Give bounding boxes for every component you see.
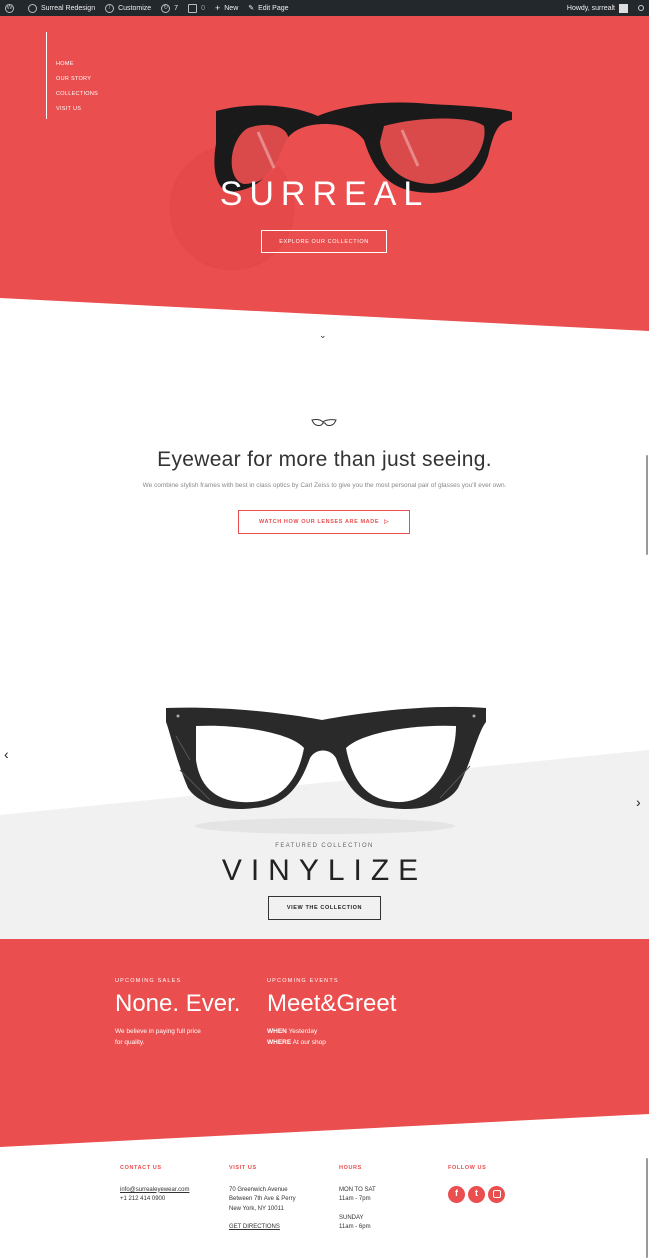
address-line-2: Between 7th Ave & Perry (229, 1196, 296, 1202)
nav-item-our-story[interactable]: OUR STORY (56, 76, 98, 82)
upcoming-sales: UPCOMING SALES None. Ever. We believe in… (115, 978, 240, 1048)
admin-search-icon[interactable] (633, 0, 649, 16)
updates-link[interactable]: ↻ 7 (156, 0, 183, 16)
admin-bar: W Surreal Redesign / Customize ↻ 7 0 + New … (0, 0, 649, 16)
contact-heading: CONTACT US (120, 1165, 162, 1171)
social-links: f t (448, 1185, 505, 1203)
address-line-3: New York, NY 10011 (229, 1205, 284, 1212)
events-heading: Meet&Greet (267, 990, 397, 1017)
updates-icon: ↻ (161, 3, 171, 13)
updates-count: 7 (174, 4, 179, 12)
footer-hours: HOURS MON TO SAT 11am - 7pm SUNDAY 11am … (339, 1164, 376, 1233)
site-name-link[interactable]: Surreal Redesign (23, 0, 100, 16)
upcoming-events: UPCOMING EVENTS Meet&Greet WHEN Yesterda… (267, 978, 396, 1048)
hours-time-1: 11am - 7pm (339, 1196, 371, 1202)
where-label: WHERE (267, 1039, 292, 1046)
site-logo[interactable]: SURREAL (0, 175, 649, 214)
instagram-icon[interactable] (488, 1185, 505, 1203)
hours-days-2: SUNDAY (339, 1214, 364, 1221)
when-value: Yesterday (288, 1028, 318, 1035)
wordpress-logo-icon[interactable]: W (0, 0, 23, 16)
scroll-down-chevron-icon[interactable]: ⌄ (319, 330, 327, 341)
comments-link[interactable]: 0 (183, 0, 210, 16)
hours-heading: HOURS (339, 1165, 362, 1171)
featured-label: FEATURED COLLECTION (275, 843, 374, 849)
customize-link[interactable]: / Customize (100, 0, 156, 16)
howdy-label: Howdy, surrealt (566, 4, 615, 12)
get-directions-link[interactable]: GET DIRECTIONS (229, 1223, 296, 1233)
nav-item-collections[interactable]: COLLECTIONS (56, 91, 98, 97)
nav-item-home[interactable]: HOME (56, 61, 98, 67)
hours-time-2: 11am - 6pm (339, 1224, 371, 1230)
featured-background (0, 706, 649, 940)
scrollbar-thumb[interactable] (646, 455, 648, 555)
footer-contact: CONTACT US info@surrealeyewear.com +1 21… (120, 1164, 189, 1205)
visit-heading: VISIT US (229, 1165, 257, 1171)
featured-title: VINYLIZE (221, 854, 428, 887)
slider-prev-arrow-icon[interactable]: ‹ (4, 746, 9, 762)
nav-item-visit-us[interactable]: VISIT US (56, 106, 98, 112)
events-when: WHEN Yesterday (267, 1026, 396, 1037)
comment-icon (188, 3, 198, 13)
brush-icon: / (105, 3, 115, 13)
twitter-icon[interactable]: t (468, 1185, 485, 1203)
info-band: UPCOMING SALES None. Ever. We believe in… (0, 939, 649, 1149)
page: W Surreal Redesign / Customize ↻ 7 0 + New … (0, 0, 649, 1258)
sales-text-line-1: We believe in paying full price (115, 1028, 201, 1035)
explore-collection-button[interactable]: EXPLORE OUR COLLECTION (261, 230, 387, 253)
footer-follow: FOLLOW US f t (448, 1164, 505, 1203)
sales-label: UPCOMING SALES (115, 978, 182, 984)
events-label: UPCOMING EVENTS (267, 978, 339, 984)
watch-lenses-label: WATCH HOW OUR LENSES ARE MADE (259, 519, 380, 525)
footer-visit: VISIT US 70 Greenwich Avenue Between 7th… (229, 1164, 296, 1233)
contact-phone: +1 212 414 0900 (120, 1196, 166, 1202)
when-label: WHEN (267, 1028, 287, 1035)
pencil-icon: ✎ (248, 5, 255, 12)
intro-text: We combine stylish frames with best in c… (142, 482, 507, 489)
site-name-label: Surreal Redesign (41, 4, 96, 12)
customize-label: Customize (118, 4, 152, 12)
events-where: WHERE At our shop (267, 1037, 396, 1048)
intro-title: Eyewear for more than just seeing. (157, 448, 492, 471)
edit-page-link[interactable]: ✎ Edit Page (243, 0, 293, 16)
new-label: New (224, 4, 239, 12)
main-nav: HOME OUR STORY COLLECTIONS VISIT US (46, 32, 98, 119)
sales-heading: None. Ever. (115, 990, 241, 1017)
where-value: At our shop (292, 1039, 326, 1046)
follow-heading: FOLLOW US (448, 1165, 487, 1171)
sales-text-line-2: for quality. (115, 1039, 145, 1046)
slider-next-arrow-icon[interactable]: › (636, 794, 641, 810)
account-menu[interactable]: Howdy, surrealt (562, 0, 633, 16)
dashboard-icon (28, 3, 37, 13)
scrollbar-thumb-lower[interactable] (646, 1158, 648, 1258)
glasses-icon (311, 419, 337, 426)
edit-page-label: Edit Page (258, 4, 289, 12)
comments-count: 0 (201, 4, 205, 12)
view-collection-button[interactable]: VIEW THE COLLECTION (268, 896, 381, 920)
plus-icon: + (214, 3, 221, 13)
facebook-icon[interactable]: f (448, 1185, 465, 1203)
contact-email-link[interactable]: info@surrealeyewear.com (120, 1186, 189, 1196)
hours-days-1: MON TO SAT (339, 1186, 376, 1193)
new-content-link[interactable]: + New (210, 0, 243, 16)
hero-section: HOME OUR STORY COLLECTIONS VISIT US SURR… (0, 16, 649, 334)
featured-slider (0, 640, 649, 940)
play-icon: ▷ (384, 519, 389, 525)
watch-lenses-button[interactable]: WATCH HOW OUR LENSES ARE MADE ▷ (238, 510, 410, 534)
address-line-1: 70 Greenwich Avenue (229, 1186, 288, 1193)
avatar (619, 3, 628, 13)
